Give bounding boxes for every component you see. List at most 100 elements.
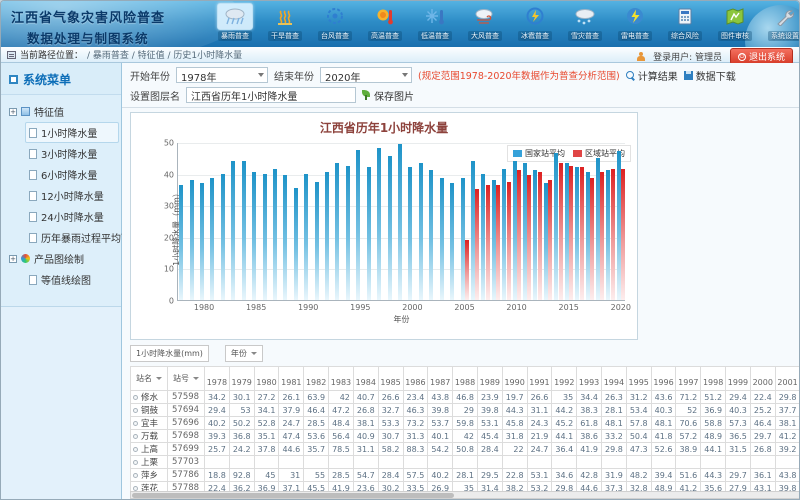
value-cell: 48.1 (602, 417, 627, 430)
nav-item-6[interactable]: 大风普查 (461, 3, 509, 41)
chart-bar (502, 169, 506, 300)
app-title: 江西省气象灾害风险普查 数据处理与制图系统 (11, 7, 165, 47)
station-name-cell[interactable]: 修水 (131, 391, 168, 404)
value-cell: 46.8 (453, 391, 478, 404)
expand-dot-icon[interactable] (133, 473, 138, 478)
value-cell: 54.2 (428, 443, 453, 456)
breadcrumb-prefix: 当前路径位置： (20, 48, 83, 61)
row-field-header[interactable]: 站名 (131, 367, 168, 391)
y-tick-label: 0 (169, 297, 174, 306)
value-cell: 24.2 (229, 443, 254, 456)
data-download-button[interactable]: 数据下载 (684, 68, 736, 83)
value-cell: 58.8 (701, 417, 726, 430)
year-column-header: 1991 (527, 367, 552, 391)
end-year-select[interactable]: 2020年 (320, 67, 412, 83)
chart-bar (429, 170, 433, 300)
year-column-header: 1984 (353, 367, 378, 391)
search-icon (626, 71, 635, 80)
rainstorm-icon (217, 3, 253, 30)
top-navigation: 暴雨普查干旱普查台风普查高温普查低温普查大风普查冰雹普查雪灾普查雷电普查综合风险… (211, 3, 799, 41)
station-name-cell[interactable]: 万载 (131, 430, 168, 443)
nav-item-1[interactable]: 暴雨普查 (211, 3, 259, 41)
sidebar-item-1-5[interactable]: 24小时降水量 (25, 206, 119, 227)
value-cell (254, 456, 279, 469)
nav-item-7[interactable]: 冰雹普查 (511, 3, 559, 41)
value-cell: 39.8 (477, 404, 502, 417)
leaf-icon (362, 90, 371, 100)
station-name-cell[interactable]: 上高 (131, 443, 168, 456)
value-cell (279, 456, 304, 469)
value-cell: 41.2 (775, 430, 799, 443)
measure-field-box[interactable]: 1小时降水量(mm) (130, 345, 209, 362)
expand-dot-icon[interactable] (133, 460, 138, 465)
pivot-field-strip: 1小时降水量(mm) 年份 (130, 345, 799, 362)
chart-bar (507, 182, 511, 301)
expand-dot-icon[interactable] (133, 434, 138, 439)
station-name-cell[interactable]: 宜丰 (131, 417, 168, 430)
map-review-icon (717, 3, 753, 30)
value-cell: 45.4 (477, 430, 502, 443)
sidebar-item-1-3[interactable]: 6小时降水量 (25, 164, 119, 185)
value-cell: 40.1 (428, 430, 453, 443)
expand-icon[interactable]: + (9, 255, 17, 263)
nav-item-5[interactable]: 低温普查 (411, 3, 459, 41)
value-cell: 63.9 (304, 391, 329, 404)
value-cell: 47.2 (329, 404, 354, 417)
sidebar-group-2[interactable]: +产品图绘制 (7, 248, 119, 269)
document-icon (29, 191, 37, 201)
year-field-box[interactable]: 年份 (225, 345, 263, 362)
value-cell: 53.7 (428, 417, 453, 430)
sidebar-item-2-1[interactable]: 等值线绘图 (25, 269, 119, 290)
sidebar-item-1-1[interactable]: 1小时降水量 (25, 122, 119, 143)
table-row: 铜鼓5769429.45334.137.946.447.226.832.746.… (131, 404, 800, 417)
expand-dot-icon[interactable] (133, 421, 138, 426)
year-column-header: 1996 (651, 367, 676, 391)
station-name-cell[interactable]: 铜鼓 (131, 404, 168, 417)
nav-item-12[interactable]: 系统设置 (761, 3, 799, 41)
nav-item-11[interactable]: 图件审核 (711, 3, 759, 41)
station-name-cell[interactable]: 上栗 (131, 456, 168, 469)
year-column-header: 1989 (477, 367, 502, 391)
value-cell: 38.3 (577, 404, 602, 417)
document-icon (29, 212, 37, 222)
sidebar-item-1-4[interactable]: 12小时降水量 (25, 185, 119, 206)
nav-item-10[interactable]: 综合风险 (661, 3, 709, 41)
row-field-header[interactable]: 站号 (168, 367, 205, 391)
value-cell: 39.4 (651, 469, 676, 482)
scrollbar-thumb[interactable] (132, 493, 454, 498)
sidebar-item-1-2[interactable]: 3小时降水量 (25, 143, 119, 164)
layer-name-input[interactable] (186, 87, 356, 103)
value-cell: 54.7 (353, 469, 378, 482)
value-cell (453, 456, 478, 469)
nav-item-3[interactable]: 台风普查 (311, 3, 359, 41)
year-column-header: 1986 (403, 367, 428, 391)
expand-icon[interactable]: + (9, 108, 17, 116)
value-cell: 59.8 (453, 417, 478, 430)
nav-item-2[interactable]: 干旱普查 (261, 3, 309, 41)
nav-item-4[interactable]: 高温普查 (361, 3, 409, 41)
year-column-header: 1979 (229, 367, 254, 391)
expand-dot-icon[interactable] (133, 395, 138, 400)
expand-dot-icon[interactable] (133, 408, 138, 413)
sidebar-item-1-6[interactable]: 历年暴雨过程平均雨量 (25, 227, 119, 248)
value-cell: 42.8 (577, 469, 602, 482)
sidebar-group-1[interactable]: +特征值 (7, 101, 119, 122)
expand-dot-icon[interactable] (133, 447, 138, 452)
save-image-button[interactable]: 保存图片 (362, 88, 414, 103)
value-cell: 23.4 (403, 391, 428, 404)
sidebar-item-label: 3小时降水量 (41, 146, 97, 161)
nav-item-9[interactable]: 雷电普查 (611, 3, 659, 41)
value-cell: 24.7 (527, 443, 552, 456)
nav-item-8[interactable]: 雪灾普查 (561, 3, 609, 41)
calculate-result-button[interactable]: 计算结果 (626, 68, 678, 83)
end-year-label: 结束年份 (274, 68, 314, 83)
start-year-select[interactable]: 1978年 (176, 67, 268, 83)
value-cell: 34.6 (552, 469, 577, 482)
value-cell: 41.9 (577, 443, 602, 456)
station-name-cell[interactable]: 萍乡 (131, 469, 168, 482)
value-cell: 34.1 (254, 404, 279, 417)
value-cell: 40.2 (428, 469, 453, 482)
value-cell: 34.4 (577, 391, 602, 404)
year-column-header: 1994 (602, 367, 627, 391)
document-icon (29, 128, 37, 138)
